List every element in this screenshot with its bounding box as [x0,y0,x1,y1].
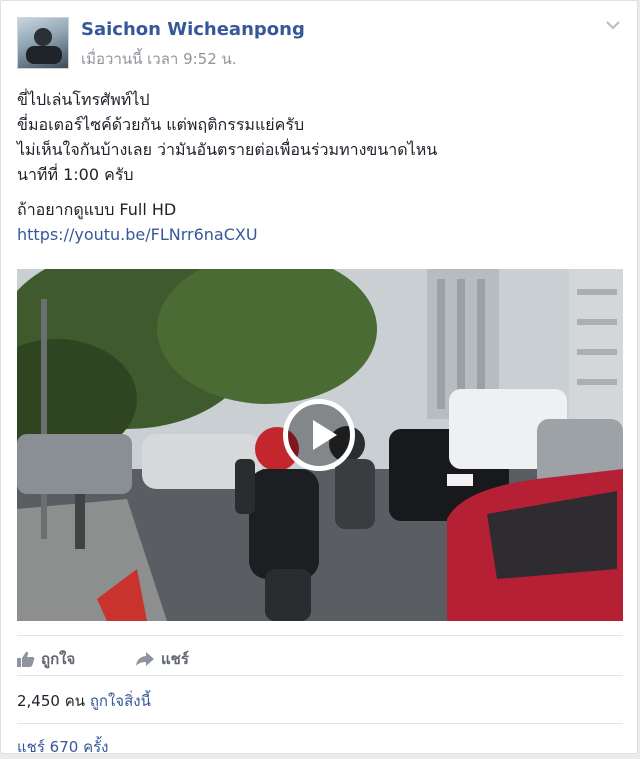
hd-note: ถ้าอยากดูแบบ Full HD [17,200,177,219]
likes-link[interactable]: ถูกใจสิ่งนี้ [90,692,151,710]
post-timestamp[interactable]: เมื่อวานนี้ เวลา 9:52 น. [81,47,237,71]
like-label: ถูกใจ [41,650,76,668]
divider [17,635,623,636]
like-button[interactable]: ถูกใจ [17,647,75,671]
play-icon [313,420,337,450]
avatar-figure [34,28,52,46]
thumbs-up-icon [17,651,35,667]
avatar[interactable] [17,17,69,69]
divider [17,675,623,676]
divider [17,723,623,724]
post-text-line: ไม่เห็นใจกันบ้างเลย ว่ามันอันตรายต่อเพื่… [17,140,438,159]
chevron-down-icon[interactable] [605,19,621,31]
share-label: แชร์ [161,650,189,668]
likes-summary: 2,450 คน ถูกใจสิ่งนี้ [17,689,151,713]
author-name[interactable]: Saichon Wicheanpong [81,19,305,40]
play-button[interactable] [283,399,355,471]
share-button[interactable]: แชร์ [135,647,189,671]
post-card: Saichon Wicheanpong เมื่อวานนี้ เวลา 9:5… [0,0,638,756]
post-text-line: ขี่มอเตอร์ไซค์ด้วยกัน แต่พฤติกรรมแย่ครับ [17,115,305,134]
video-link[interactable]: https://youtu.be/FLNrr6naCXU [17,225,258,244]
post-text-line: ขี่ไปเล่นโทรศัพท์ไป [17,90,150,109]
avatar-motorbike [26,46,62,64]
shares-count[interactable]: แชร์ 670 ครั้ง [17,735,109,759]
post-text: ขี่ไปเล่นโทรศัพท์ไป ขี่มอเตอร์ไซค์ด้วยกั… [17,87,625,247]
video-player[interactable] [17,269,623,621]
share-arrow-icon [136,652,154,666]
likes-unit: คน [64,692,86,710]
likes-count[interactable]: 2,450 [17,692,60,710]
post-text-line: นาทีที่ 1:00 ครับ [17,165,134,184]
